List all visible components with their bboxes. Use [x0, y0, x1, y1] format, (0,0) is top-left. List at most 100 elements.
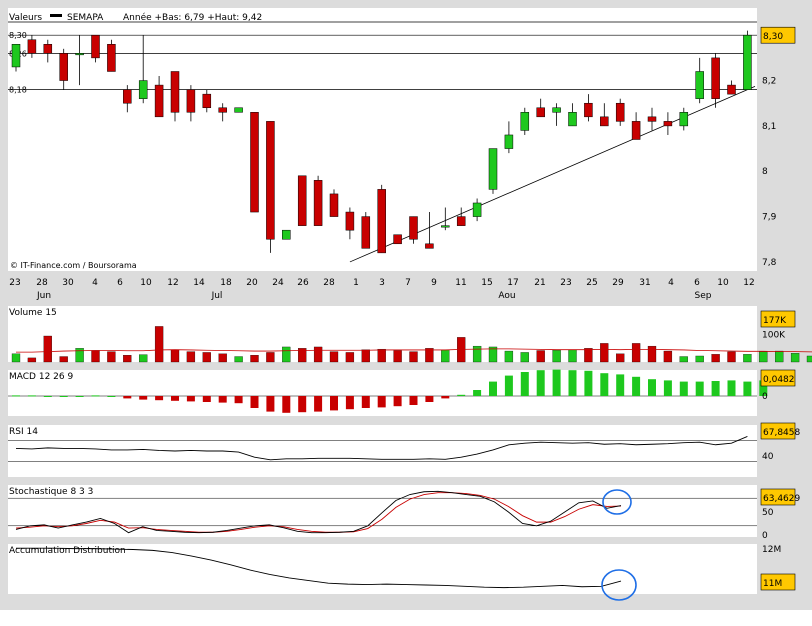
candle-down	[536, 107, 545, 118]
x-axis-day-label: 3	[379, 278, 385, 288]
macd-bar	[409, 396, 418, 405]
x-axis-day-label: 29	[612, 278, 624, 288]
x-axis-day-label: 15	[481, 278, 492, 288]
x-axis-day-label: 9	[431, 278, 437, 288]
candle-up	[11, 44, 21, 68]
macd-bar	[457, 394, 466, 396]
candle-down	[393, 234, 402, 245]
macd-bar	[12, 395, 20, 397]
volume-y-tick: 100K	[762, 331, 786, 341]
x-axis-day-label: 20	[246, 278, 258, 288]
candle-down	[218, 107, 227, 113]
macd-bar	[91, 395, 100, 397]
candle-down	[711, 57, 720, 99]
candle-down	[59, 53, 68, 81]
candle-down	[600, 116, 609, 127]
volume-bar	[743, 354, 752, 363]
volume-bar	[329, 351, 339, 363]
candle-down	[123, 89, 132, 104]
chart-canvas: 8,28,187,97,88,308,268,18ValeursSEMAPAAn…	[0, 0, 812, 610]
candle-down	[377, 189, 386, 254]
candle-up	[504, 134, 514, 149]
header-ticker: SEMAPA	[67, 13, 104, 23]
volume-bar	[568, 349, 577, 363]
candle-down	[361, 216, 371, 249]
stoch-panel	[8, 485, 757, 537]
macd-bar	[425, 396, 434, 402]
volume-bar	[409, 351, 418, 363]
volume-bar	[711, 354, 720, 363]
volume-bar	[170, 349, 180, 363]
candle-down	[27, 39, 37, 54]
volume-bar	[695, 355, 704, 363]
macd-bar	[250, 396, 259, 408]
macd-last-badge: 0,0482	[763, 375, 795, 385]
candle-down	[329, 193, 339, 217]
macd-bar	[648, 379, 656, 396]
candle-down	[266, 121, 275, 240]
x-axis-day-label: 11	[455, 278, 466, 288]
macd-bar	[139, 396, 148, 400]
volume-bar	[154, 326, 164, 363]
price-ref-label: 8,30	[9, 31, 27, 40]
candle-down	[250, 112, 259, 213]
header-series-label: Valeurs	[9, 13, 42, 23]
volume-bar	[472, 345, 482, 363]
x-axis-day-label: 14	[193, 278, 205, 288]
header-year-range: Année +Bas: 6,79 +Haut: 9,42	[123, 12, 262, 23]
x-axis-day-label: 10	[140, 278, 152, 288]
stoch-y-tick: 50	[762, 508, 774, 518]
x-axis-day-label: 7	[405, 278, 411, 288]
macd-bar	[155, 396, 164, 401]
candle-up	[695, 71, 704, 99]
macd-bar	[266, 396, 275, 412]
volume-bar	[616, 353, 625, 363]
macd-bar	[59, 396, 68, 397]
candle-down	[170, 71, 180, 113]
volume-bar	[584, 348, 593, 363]
macd-bar	[393, 396, 402, 407]
volume-bar	[600, 343, 609, 363]
candle-up	[568, 112, 577, 127]
price-last-badge: 8,30	[763, 32, 783, 42]
x-axis-day-label: 18	[220, 278, 232, 288]
x-axis-month-label: Aou	[498, 291, 515, 301]
macd-panel-title: MACD 12 26 9	[9, 372, 73, 382]
candle-down	[345, 211, 355, 231]
x-axis-day-label: 21	[534, 278, 545, 288]
volume-bar	[679, 356, 688, 363]
candle-down	[663, 121, 673, 127]
rsi-y-tick: 40	[762, 452, 774, 462]
x-axis-month-label: Jun	[36, 291, 51, 301]
macd-bar	[345, 396, 354, 410]
volume-bar	[759, 351, 768, 363]
macd-bar	[552, 369, 561, 396]
macd-bar	[377, 396, 386, 408]
macd-bar	[489, 381, 497, 396]
macd-bar	[441, 396, 450, 399]
macd-bar	[202, 396, 211, 402]
x-axis-month-label: Sep	[695, 291, 712, 301]
candle-down	[584, 102, 593, 118]
candle-up	[472, 202, 482, 217]
macd-bar	[171, 396, 179, 401]
macd-bar	[743, 381, 752, 396]
macd-bar	[27, 395, 36, 397]
macd-bar	[473, 390, 482, 396]
price-y-tick: 8	[762, 167, 768, 177]
volume-bar	[139, 354, 148, 363]
rsi-panel-title: RSI 14	[9, 427, 38, 437]
volume-last-badge: 177K	[763, 316, 787, 326]
stoch-last-badge: 63,4629	[763, 494, 800, 504]
candle-up	[282, 229, 291, 240]
macd-bar	[679, 381, 688, 396]
volume-bar	[234, 356, 243, 363]
x-axis-day-label: 6	[117, 278, 123, 288]
rsi-panel	[8, 425, 757, 477]
x-axis-day-label: 28	[323, 278, 335, 288]
volume-bar	[790, 353, 800, 363]
candle-up	[520, 112, 530, 131]
candle-up	[679, 112, 689, 127]
volume-bar	[313, 346, 323, 363]
candle-down	[43, 44, 53, 54]
